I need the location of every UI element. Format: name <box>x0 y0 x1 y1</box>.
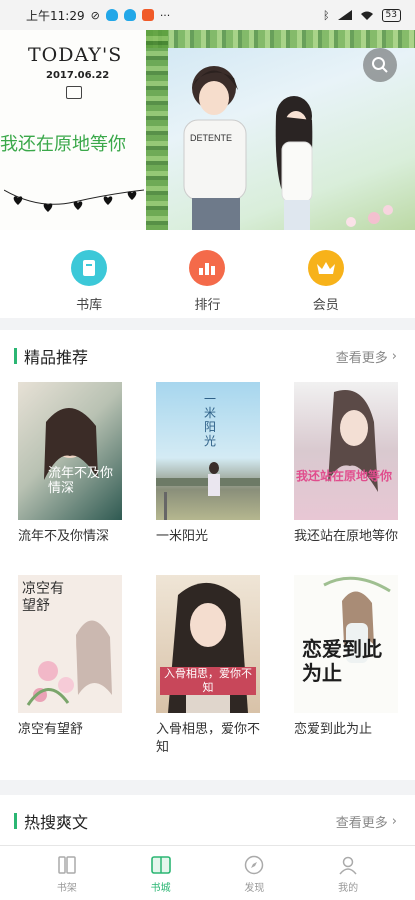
banner-today: TODAY'S <box>28 44 123 66</box>
dnd-icon: ⊘ <box>90 8 100 22</box>
book-cover: 凉空有望舒 <box>18 575 122 713</box>
gift-icon <box>66 86 82 99</box>
cover-title: 流年不及你情深 <box>48 466 114 496</box>
cover-title: 我还站在原地等你 <box>296 469 393 483</box>
book-cover: 恋爱到此为止 <box>294 575 398 713</box>
section-title: 热搜爽文 <box>24 813 89 832</box>
cellular-icon <box>337 10 352 20</box>
banner-date: 2017.06.22 <box>46 70 110 81</box>
bookstore-icon <box>150 856 171 874</box>
view-more-label: 查看更多 <box>335 815 388 831</box>
recommend-section: 精品推荐 查看更多 › 流年不及你情深 流年不及你情深 一米阳光 一米阳光 我还… <box>0 330 415 780</box>
section-header: 精品推荐 查看更多 › <box>0 330 415 382</box>
cover-title: 恋爱到此为止 <box>302 637 382 685</box>
book-title: 我还站在原地等你 <box>294 529 399 544</box>
book-card[interactable]: 入骨相思，爱你不知 入骨相思，爱你不知 <box>156 575 260 768</box>
book-grid: 流年不及你情深 流年不及你情深 一米阳光 一米阳光 我还站在原地等你 我还站在原… <box>0 382 415 768</box>
qq-notification-icon <box>105 9 118 21</box>
section-accent-bar <box>14 348 17 364</box>
book-title: 恋爱到此为止 <box>294 722 373 737</box>
bluetooth-icon: ᛒ <box>322 8 330 22</box>
quick-nav-ranking[interactable]: 排行 <box>172 230 242 318</box>
ranking-icon <box>189 250 226 286</box>
tab-discover[interactable]: 发现 <box>224 846 284 900</box>
view-more-button[interactable]: 查看更多 › <box>336 812 397 831</box>
quick-nav-label: 会员 <box>312 298 339 313</box>
book-title: 凉空有望舒 <box>18 722 84 737</box>
search-button[interactable] <box>363 48 397 82</box>
app-notification-icon <box>141 9 154 21</box>
tab-label: 书架 <box>56 883 77 894</box>
book-title: 一米阳光 <box>156 529 209 544</box>
book-store-icon <box>71 250 108 286</box>
quick-nav-label: 书库 <box>76 298 103 313</box>
section-accent-bar <box>14 813 17 829</box>
quick-nav: 书库 排行 会员 <box>0 230 415 318</box>
chevron-right-icon: › <box>391 348 397 364</box>
book-cover: 我还站在原地等你 <box>294 382 398 520</box>
book-cover: 流年不及你情深 <box>18 382 122 520</box>
search-icon <box>372 57 388 73</box>
view-more-label: 查看更多 <box>335 350 388 366</box>
more-notifications-icon: ··· <box>159 8 171 22</box>
hot-section: 热搜爽文 查看更多 › <box>0 795 415 845</box>
tshirt-text: DETENTE <box>190 133 232 143</box>
cover-title: 凉空有望舒 <box>22 581 64 614</box>
qq-notification-icon-2 <box>123 9 136 21</box>
book-title: 入骨相思，爱你不知 <box>156 722 261 755</box>
banner[interactable]: DETENTE TODAY'S 2017.06.22 我还在原地等你 <box>0 30 415 230</box>
book-title: 流年不及你情深 <box>18 529 110 544</box>
tab-label: 发现 <box>244 883 265 894</box>
tab-label: 书城 <box>150 883 171 894</box>
profile-icon <box>339 856 357 875</box>
view-more-button[interactable]: 查看更多 › <box>336 347 397 366</box>
cover-title: 入骨相思，爱你不知 <box>160 667 256 695</box>
cover-title: 一米阳光 <box>204 392 217 448</box>
ivy-decoration-side <box>146 30 168 230</box>
section-title: 精品推荐 <box>24 348 89 367</box>
book-card[interactable]: 一米阳光 一米阳光 <box>156 382 260 575</box>
book-card[interactable]: 我还站在原地等你 我还站在原地等你 <box>294 382 398 575</box>
wifi-icon <box>360 11 373 20</box>
bookshelf-icon <box>58 856 76 874</box>
book-cover: 入骨相思，爱你不知 <box>156 575 260 713</box>
bottom-tab-bar: 书架 书城 发现 我的 <box>0 845 415 900</box>
ivy-decoration-top <box>146 30 415 48</box>
quick-nav-library[interactable]: 书库 <box>54 230 124 318</box>
book-card[interactable]: 恋爱到此为止 恋爱到此为止 <box>294 575 398 768</box>
tab-bookstore[interactable]: 书城 <box>131 846 191 900</box>
hearts-garland-icon <box>4 189 144 212</box>
status-time: 上午11:29 <box>26 8 85 23</box>
battery-icon: 53 <box>381 8 401 22</box>
quick-nav-label: 排行 <box>194 298 221 313</box>
status-bar: 上午11:29 ⊘ ··· ᛒ 53 <box>0 0 415 30</box>
tab-label: 我的 <box>338 883 359 894</box>
vip-crown-icon <box>307 250 344 286</box>
chevron-right-icon: › <box>391 813 397 829</box>
book-card[interactable]: 流年不及你情深 流年不及你情深 <box>18 382 122 575</box>
quick-nav-vip[interactable]: 会员 <box>291 230 361 318</box>
book-cover: 一米阳光 <box>156 382 260 520</box>
tab-profile[interactable]: 我的 <box>318 846 378 900</box>
compass-icon <box>245 855 264 875</box>
banner-caption: 我还在原地等你 <box>0 134 126 155</box>
book-card[interactable]: 凉空有望舒 凉空有望舒 <box>18 575 122 768</box>
tab-bookshelf[interactable]: 书架 <box>37 846 97 900</box>
section-header: 热搜爽文 查看更多 › <box>0 795 415 847</box>
